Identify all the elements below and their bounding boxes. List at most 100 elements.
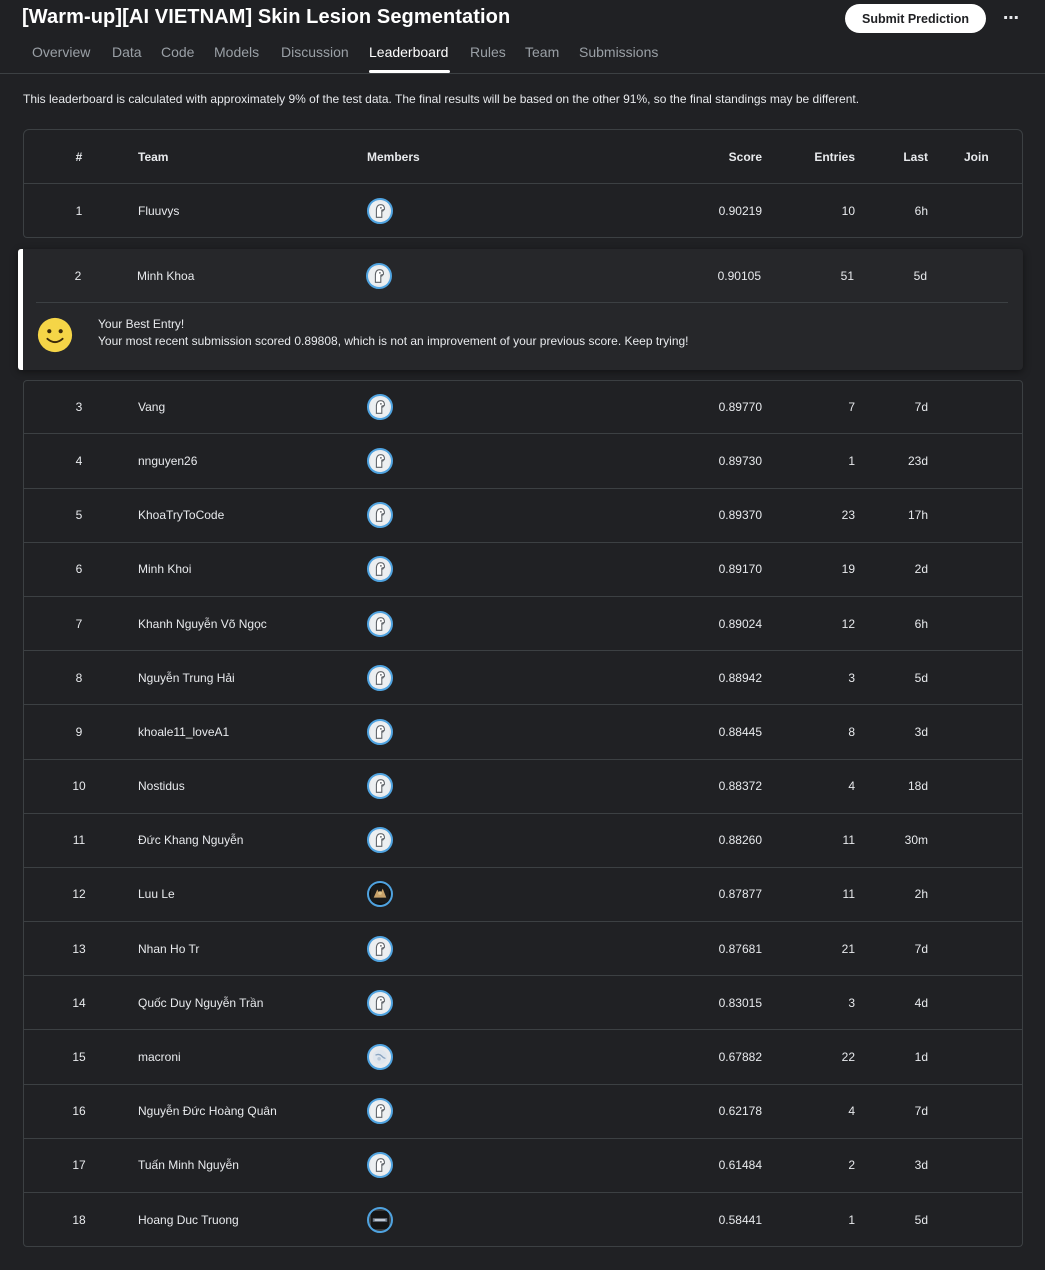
last-cell: 23d	[907, 453, 928, 468]
team-name[interactable]: Nguyễn Trung Hải	[138, 651, 358, 704]
default-avatar-icon[interactable]	[366, 263, 392, 289]
team-name[interactable]: Luu Le	[138, 868, 358, 921]
default-avatar-icon[interactable]	[367, 1152, 393, 1179]
globe-avatar-icon[interactable]	[367, 1044, 393, 1071]
default-avatar-icon[interactable]	[367, 556, 393, 583]
last-cell: 1d	[914, 1050, 928, 1065]
join-cell	[964, 1193, 994, 1246]
table-row[interactable]: 10 Nostidus 0.88372 4 18d	[23, 759, 1023, 814]
join-cell	[964, 597, 994, 650]
table-row[interactable]: 16 Nguyễn Đức Hoàng Quân 0.62178 4 7d	[23, 1084, 1023, 1139]
team-name[interactable]: Quốc Duy Nguyễn Trần	[138, 976, 358, 1029]
table-row[interactable]: 13 Nhan Ho Tr 0.87681 21 7d	[23, 922, 1023, 977]
team-name[interactable]: Hoang Duc Truong	[138, 1193, 358, 1246]
rank-cell: 5	[75, 508, 83, 523]
table-row[interactable]: 14 Quốc Duy Nguyễn Trần 0.83015 3 4d	[23, 976, 1023, 1031]
header-team: Team	[138, 149, 169, 164]
members-cell	[367, 543, 427, 596]
default-avatar-icon[interactable]	[367, 447, 393, 474]
tab-code[interactable]: Code	[161, 44, 194, 60]
rank-cell: 6	[75, 562, 83, 577]
default-avatar-icon[interactable]	[367, 1098, 393, 1125]
team-name[interactable]: Nostidus	[138, 760, 358, 813]
members-cell	[367, 868, 427, 921]
table-row[interactable]: 6 Minh Khoi 0.89170 19 2d	[23, 542, 1023, 597]
entries-cell: 7	[848, 400, 855, 415]
default-avatar-icon[interactable]	[367, 610, 393, 637]
team-name[interactable]: Fluuvys	[138, 184, 358, 237]
members-cell	[367, 760, 427, 813]
score-cell: 0.88260	[718, 833, 762, 848]
table-row[interactable]: 15 macroni 0.67882 22 1d	[23, 1030, 1023, 1085]
default-avatar-icon[interactable]	[367, 664, 393, 691]
team-name[interactable]: Vang	[138, 381, 358, 433]
tab-data[interactable]: Data	[112, 44, 142, 60]
tab-leaderboard[interactable]: Leaderboard	[369, 44, 448, 60]
table-row[interactable]: 9 khoale11_loveA1 0.88445 8 3d	[23, 705, 1023, 760]
team-name[interactable]: Minh Khoa	[137, 249, 357, 303]
default-avatar-icon[interactable]	[367, 827, 393, 854]
join-cell	[964, 814, 994, 867]
tab-submissions[interactable]: Submissions	[579, 44, 658, 60]
team-name[interactable]: Tuấn Minh Nguyễn	[138, 1139, 358, 1192]
join-cell	[964, 1085, 994, 1138]
default-avatar-icon[interactable]	[367, 197, 393, 224]
join-cell	[964, 489, 994, 542]
team-name[interactable]: Nhan Ho Tr	[138, 922, 358, 975]
score-cell: 0.89024	[718, 616, 762, 631]
join-cell	[964, 651, 994, 704]
default-avatar-icon[interactable]	[367, 394, 393, 421]
header-rank: #	[75, 149, 83, 164]
join-cell	[964, 184, 994, 237]
tab-rules[interactable]: Rules	[470, 44, 506, 60]
table-row[interactable]: 4 nnguyen26 0.89730 1 23d	[23, 434, 1023, 489]
default-avatar-icon[interactable]	[367, 989, 393, 1016]
join-cell	[964, 868, 994, 921]
header-join: Join	[964, 149, 989, 164]
rank-cell: 17	[72, 1158, 86, 1173]
entries-cell: 10	[841, 203, 855, 218]
entries-cell: 3	[848, 995, 855, 1010]
default-avatar-icon[interactable]	[367, 935, 393, 962]
default-avatar-icon[interactable]	[367, 502, 393, 529]
header-entries[interactable]: Entries	[784, 130, 855, 183]
team-name[interactable]: Minh Khoi	[138, 543, 358, 596]
table-row[interactable]: 11 Đức Khang Nguyễn 0.88260 11 30m	[23, 813, 1023, 868]
tab-overview[interactable]: Overview	[32, 44, 90, 60]
entries-cell: 22	[841, 1050, 855, 1065]
dark-avatar-icon[interactable]	[367, 1206, 393, 1233]
more-options-icon[interactable]: ⋯	[1000, 8, 1022, 28]
score-cell: 0.89370	[718, 508, 762, 523]
default-avatar-icon[interactable]	[367, 773, 393, 800]
tab-models[interactable]: Models	[214, 44, 259, 60]
score-cell: 0.83015	[718, 995, 762, 1010]
team-name[interactable]: khoale11_loveA1	[138, 705, 358, 758]
tab-discussion[interactable]: Discussion	[281, 44, 349, 60]
photo-avatar-icon[interactable]	[367, 881, 393, 908]
team-name[interactable]: KhoaTryToCode	[138, 489, 358, 542]
table-row[interactable]: 3 Vang 0.89770 7 7d	[23, 380, 1023, 435]
table-row[interactable]: 18 Hoang Duc Truong 0.58441 1 5d	[23, 1193, 1023, 1248]
table-row[interactable]: 8 Nguyễn Trung Hải 0.88942 3 5d	[23, 651, 1023, 706]
team-name[interactable]: nnguyen26	[138, 434, 358, 487]
table-row[interactable]: 2 Minh Khoa 0.90105 51 5d	[23, 249, 1023, 303]
submit-prediction-button[interactable]: Submit Prediction	[845, 4, 986, 33]
rank-cell: 11	[72, 833, 86, 848]
header-last[interactable]: Last	[884, 130, 928, 183]
table-row[interactable]: 12 Luu Le 0.87877 11 2h	[23, 867, 1023, 923]
members-cell	[367, 705, 427, 758]
header-members: Members	[367, 149, 420, 164]
default-avatar-icon[interactable]	[367, 718, 393, 745]
team-name[interactable]: macroni	[138, 1030, 358, 1083]
score-cell: 0.87877	[718, 887, 762, 902]
table-row[interactable]: 17 Tuấn Minh Nguyễn 0.61484 2 3d	[23, 1138, 1023, 1193]
tab-team[interactable]: Team	[525, 44, 559, 60]
table-row[interactable]: 7 Khanh Nguyễn Võ Ngọc 0.89024 12 6h	[23, 596, 1023, 652]
team-name[interactable]: Khanh Nguyễn Võ Ngọc	[138, 597, 358, 650]
header-score[interactable]: Score	[644, 130, 762, 183]
team-name[interactable]: Đức Khang Nguyễn	[138, 814, 358, 867]
members-cell	[366, 249, 426, 303]
table-row[interactable]: 5 KhoaTryToCode 0.89370 23 17h	[23, 488, 1023, 543]
table-row[interactable]: 1 Fluuvys 0.90219 10 6h	[23, 184, 1023, 239]
team-name[interactable]: Nguyễn Đức Hoàng Quân	[138, 1085, 358, 1138]
